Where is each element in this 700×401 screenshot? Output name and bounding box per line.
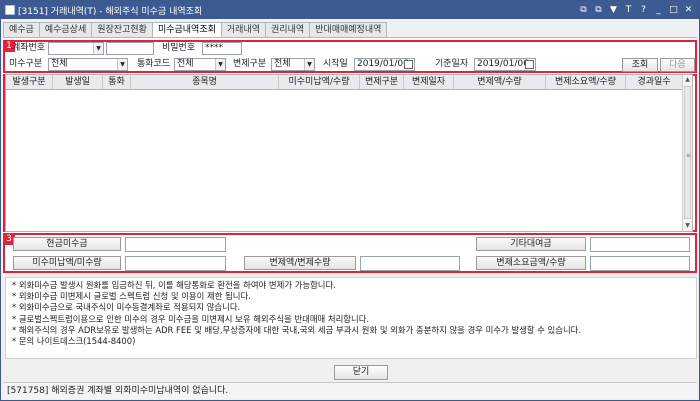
chevron-down-icon: ▼: [117, 59, 127, 70]
chevron-down-icon: ▼: [304, 59, 314, 70]
grid-header: 발생구분 발생일 통화 종목명 미수미납액/수량 변제구분 변제일자 변제액/수…: [6, 75, 682, 90]
help-icon[interactable]: ?: [638, 5, 649, 16]
tab-deposit-detail[interactable]: 예수금상세: [38, 22, 93, 37]
query-button[interactable]: 조회: [622, 58, 658, 72]
close-icon[interactable]: ✕: [683, 5, 694, 16]
notice-box: * 외화미수금 발생시 원화를 입금하신 뒤, 이를 해당통화로 환전을 하여야…: [5, 277, 697, 359]
tab-ledger-balance[interactable]: 원장잔고현황: [91, 22, 153, 37]
tab-misu-inquiry[interactable]: 미수금내역조회: [151, 22, 222, 38]
col-repay-need[interactable]: 변제소요액/수량: [546, 75, 626, 89]
col-occur-type[interactable]: 발생구분: [6, 75, 53, 89]
notice-line: * 해외주식의 경우 ADR보유로 발생하는 ADR FEE 및 배당,무상증자…: [12, 324, 582, 335]
notice-line: * 외화미수금 발생시 원화를 입금하신 뒤, 이를 해당통화로 환전을 하여야…: [12, 280, 336, 290]
start-date-label: 시작일: [323, 59, 348, 69]
repay-amount-field: [360, 256, 460, 271]
tab-deposit[interactable]: 예수금: [3, 22, 40, 37]
notice-line: * 글로벌스펙트럼이용으로 인한 미수의 경우 미수금을 미변제시 보유 해외주…: [12, 313, 370, 324]
notice-line: * 외화미수금 미변제시 글로벌 스펙트럼 신청 및 이용이 제한 됩니다.: [12, 291, 251, 302]
other-loan-field: [590, 237, 690, 252]
account-name-field[interactable]: [106, 42, 154, 55]
misu-amount-label: 미수미납액/미수량: [13, 256, 121, 270]
notice-line: * 문의 나이트데스크(1544-8400): [12, 336, 136, 347]
vertical-scrollbar[interactable]: ▲ ≡ ▼: [682, 75, 692, 231]
tab-forced-sale[interactable]: 반대매매예정내역: [309, 22, 388, 37]
tab-transactions[interactable]: 거래내역: [220, 22, 267, 37]
scroll-up-icon[interactable]: ▲: [683, 75, 692, 85]
account-select[interactable]: ▼: [48, 42, 104, 55]
notice-line: * 외화미수금으로 국내주식이 미수동결계좌로 적용되지 않습니다.: [12, 302, 241, 313]
cash-misu-label: 현금미수금: [13, 237, 121, 251]
currency-select[interactable]: 전체 ▼: [174, 58, 226, 71]
status-bar: [571758] 해외증권 계좌별 외화미수미납내역이 없습니다.: [3, 382, 697, 399]
col-repay-type[interactable]: 변제구분: [360, 75, 404, 89]
repay-need-field: [590, 256, 690, 271]
start-date-field[interactable]: 2019/01/06: [354, 58, 415, 71]
maximize-icon[interactable]: □: [668, 5, 679, 16]
currency-label: 통화코드: [137, 59, 171, 69]
tab-rights[interactable]: 권리내역: [265, 22, 311, 37]
cash-misu-field: [125, 237, 226, 252]
scroll-thumb[interactable]: ≡: [684, 86, 691, 219]
calendar-icon[interactable]: [525, 60, 534, 69]
password-label: 비밀번호: [162, 43, 196, 53]
pin-icon[interactable]: ▼: [608, 5, 619, 16]
base-date-field[interactable]: 2019/01/06: [474, 58, 536, 71]
tab-bar: 예수금 예수금상세 원장잔고현황 미수금내역조회 거래내역 권리내역 반대매매예…: [3, 22, 388, 38]
grip-icon: ≡: [686, 152, 692, 159]
title-bar: [3151] 거래내역(T) - 해외주식 미수금 내역조회 ⧉ ⧉ ▼ T ?…: [1, 1, 699, 19]
repay-type-select[interactable]: 전체 ▼: [271, 58, 315, 71]
repay-need-label: 변제소요금액/수량: [476, 256, 586, 270]
link-icon[interactable]: ⧉: [578, 5, 589, 16]
misu-amount-field: [125, 256, 226, 271]
col-misu-amount[interactable]: 미수미납액/수량: [279, 75, 360, 89]
misu-type-select[interactable]: 전체 ▼: [48, 58, 128, 71]
misu-type-label: 미수구분: [9, 59, 43, 69]
repay-type-label: 변제구분: [233, 59, 267, 69]
window-title: [3151] 거래내역(T) - 해외주식 미수금 내역조회: [18, 6, 203, 17]
col-repay-amount[interactable]: 변제액/수량: [454, 75, 546, 89]
chevron-down-icon: ▼: [93, 43, 103, 54]
font-icon[interactable]: T: [623, 5, 634, 16]
password-field[interactable]: ****: [202, 42, 242, 55]
close-button[interactable]: 닫기: [334, 365, 388, 380]
other-loan-label: 기타대여금: [476, 237, 586, 251]
calendar-icon[interactable]: [404, 60, 413, 69]
minimize-icon[interactable]: _: [653, 5, 664, 16]
col-elapsed-days[interactable]: 경과일수: [626, 75, 682, 89]
col-occur-date[interactable]: 발생일: [53, 75, 103, 89]
main-window: [3151] 거래내역(T) - 해외주식 미수금 내역조회 ⧉ ⧉ ▼ T ?…: [0, 0, 700, 401]
col-stock-name[interactable]: 종목명: [131, 75, 279, 89]
app-icon: [5, 5, 15, 15]
chevron-down-icon: ▼: [215, 59, 225, 70]
next-button[interactable]: 다음: [660, 58, 695, 72]
account-label: 계좌번호: [12, 43, 46, 53]
results-grid[interactable]: 발생구분 발생일 통화 종목명 미수미납액/수량 변제구분 변제일자 변제액/수…: [5, 74, 693, 232]
col-repay-date[interactable]: 변제일자: [404, 75, 454, 89]
col-currency[interactable]: 통화: [103, 75, 131, 89]
base-date-label: 기준일자: [435, 59, 469, 69]
copy-icon[interactable]: ⧉: [593, 5, 604, 16]
scroll-down-icon[interactable]: ▼: [683, 221, 692, 231]
repay-amount-label: 변제액/변제수량: [244, 256, 356, 270]
